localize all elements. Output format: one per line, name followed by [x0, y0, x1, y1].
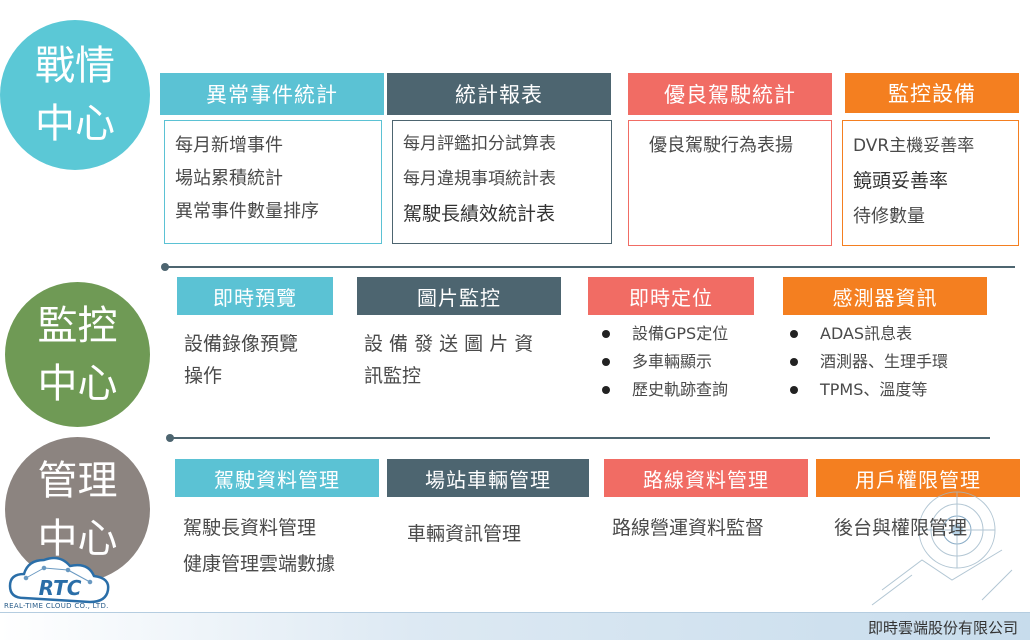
anomaly-item: 每月新增事件 [175, 135, 283, 156]
header-stat-reports[interactable]: 統計報表 [387, 73, 611, 115]
image-monitor-line: 設 備 發 送 圖 片 資 [364, 333, 534, 355]
route-data-line: 路線營運資料監督 [612, 517, 765, 539]
sensor-list: ADAS訊息表 酒測器、生理手環 TPMS、溫度等 [790, 320, 948, 404]
tech-decoration-icon [871, 491, 1013, 606]
list-item: ADAS訊息表 [790, 320, 948, 348]
anomaly-stats-box: 每月新增事件 場站累積統計 異常事件數量排序 [164, 120, 382, 244]
war-room-title-1: 戰情 [35, 43, 115, 89]
list-item: TPMS、溫度等 [790, 376, 948, 404]
header-driver-data[interactable]: 駕駛資料管理 [175, 459, 379, 497]
good-driver-item: 優良駕駛行為表揚 [649, 135, 793, 156]
header-live-preview[interactable]: 即時預覽 [177, 277, 333, 315]
section-divider [170, 437, 990, 439]
equipment-item: 待修數量 [853, 206, 925, 227]
list-item: 設備GPS定位 [602, 320, 728, 348]
station-vehicle-desc: 車輛資訊管理 [407, 518, 521, 550]
image-monitor-desc: 設 備 發 送 圖 片 資 訊監控 [364, 328, 574, 392]
anomaly-item: 異常事件數量排序 [175, 201, 319, 222]
driver-data-line: 駕駛長資料管理 [183, 517, 317, 539]
monitor-circle: 監控 中心 [5, 282, 150, 427]
image-monitor-line: 訊監控 [364, 365, 422, 387]
header-sensor-info[interactable]: 感測器資訊 [783, 277, 987, 315]
war-room-title-2: 中心 [35, 101, 115, 147]
monitor-title-1: 監控 [37, 302, 118, 349]
monitor-title-2: 中心 [37, 360, 118, 407]
live-preview-desc: 設備錄像預覽 操作 [184, 328, 344, 392]
good-driver-box: 優良駕駛行為表揚 [628, 120, 832, 246]
driver-data-line: 健康管理雲端數據 [183, 553, 336, 575]
list-item: 歷史軌跡查詢 [602, 376, 728, 404]
location-list: 設備GPS定位 多車輛顯示 歷史軌跡查詢 [602, 320, 728, 404]
war-room-circle: 戰情 中心 [0, 20, 150, 170]
equipment-box: DVR主機妥善率 鏡頭妥善率 待修數量 [842, 120, 1019, 246]
equipment-item: DVR主機妥善率 [853, 136, 975, 156]
user-permission-desc: 後台與權限管理 [834, 512, 967, 544]
header-live-location[interactable]: 即時定位 [588, 277, 754, 315]
section-divider [165, 266, 1015, 268]
header-image-monitor[interactable]: 圖片監控 [357, 277, 561, 315]
company-name: 即時雲端股份有限公司 [867, 619, 1018, 637]
report-item: 駕駛長績效統計表 [403, 203, 556, 225]
header-station-vehicle[interactable]: 場站車輛管理 [387, 459, 589, 497]
user-permission-line: 後台與權限管理 [834, 517, 968, 539]
list-item: 多車輛顯示 [602, 348, 728, 376]
footer-bar: 即時雲端股份有限公司 [0, 612, 1030, 640]
stat-reports-box: 每月評鑑扣分試算表 每月違規事項統計表 駕駛長績效統計表 [392, 120, 612, 244]
list-item: 酒測器、生理手環 [790, 348, 948, 376]
equipment-item: 鏡頭妥善率 [853, 170, 949, 192]
live-preview-line: 操作 [184, 365, 223, 387]
header-route-data[interactable]: 路線資料管理 [604, 459, 808, 497]
live-preview-line: 設備錄像預覽 [184, 333, 299, 355]
header-monitor-equipment[interactable]: 監控設備 [845, 73, 1019, 113]
report-item: 每月違規事項統計表 [403, 169, 556, 189]
route-data-desc: 路線營運資料監督 [612, 512, 764, 544]
svg-text:RTC: RTC [39, 576, 82, 600]
manage-title-1: 管理 [37, 457, 118, 504]
header-anomaly-stats[interactable]: 異常事件統計 [160, 73, 384, 115]
station-vehicle-line: 車輛資訊管理 [407, 523, 522, 545]
rtc-logo-icon: RTC [8, 556, 110, 604]
header-good-driver[interactable]: 優良駕駛統計 [628, 73, 832, 115]
driver-data-desc: 駕駛長資料管理 健康管理雲端數據 [183, 510, 383, 582]
anomaly-item: 場站累積統計 [175, 168, 283, 189]
report-item: 每月評鑑扣分試算表 [403, 134, 556, 154]
logo-subtitle: REAL-TIME CLOUD CO., LTD. [4, 602, 109, 610]
